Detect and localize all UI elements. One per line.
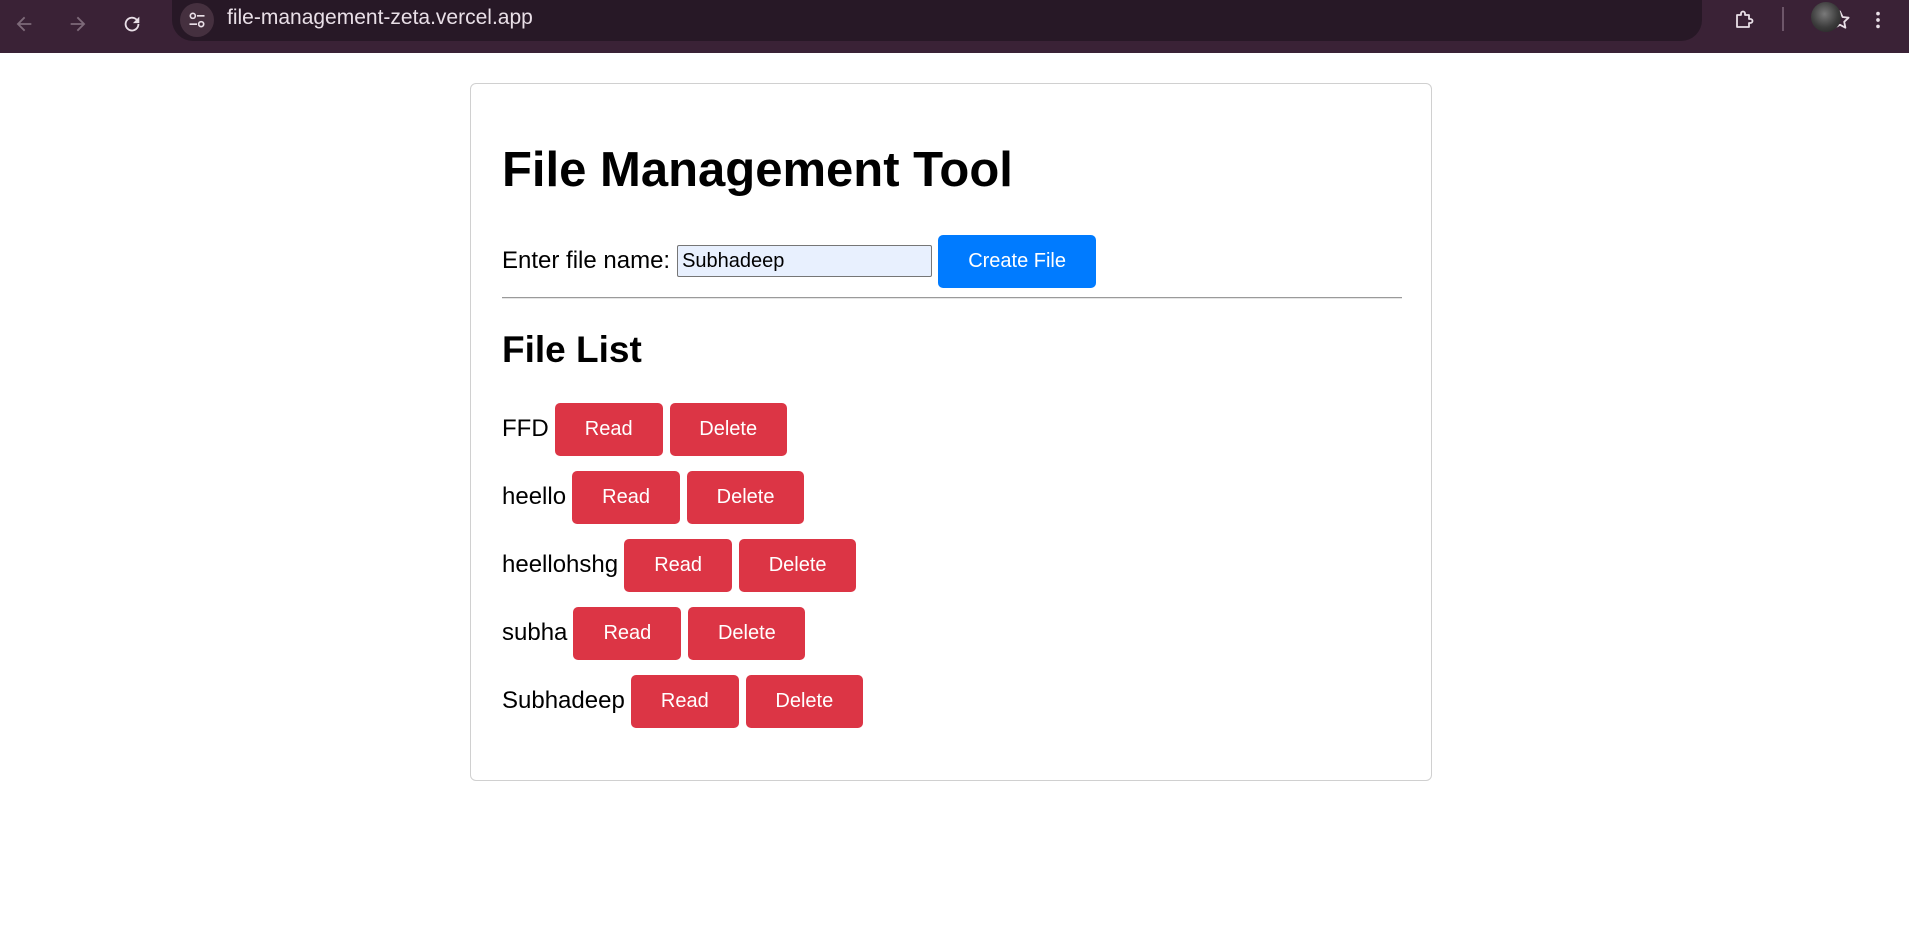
file-list: FFD Read Delete heello Read Delete heell… bbox=[502, 402, 870, 742]
read-button[interactable]: Read bbox=[630, 674, 739, 728]
extensions-button[interactable] bbox=[1726, 2, 1762, 38]
kebab-menu-icon bbox=[1876, 11, 1880, 29]
read-button[interactable]: Read bbox=[554, 402, 663, 456]
file-name: FFD bbox=[502, 415, 549, 442]
create-file-button[interactable]: Create File bbox=[938, 234, 1097, 288]
browser-menu-button[interactable] bbox=[1860, 2, 1896, 38]
arrow-left-icon bbox=[16, 16, 32, 32]
reload-button[interactable] bbox=[114, 6, 150, 42]
back-button[interactable] bbox=[6, 6, 42, 42]
file-item: subha Read Delete bbox=[502, 606, 870, 660]
delete-button[interactable]: Delete bbox=[669, 402, 787, 456]
file-name: subha bbox=[502, 619, 568, 646]
puzzle-icon bbox=[1736, 10, 1754, 28]
browser-toolbar: file-management-zeta.vercel.app bbox=[0, 0, 1909, 53]
file-name: heellohshg bbox=[502, 551, 619, 578]
delete-button[interactable]: Delete bbox=[739, 538, 857, 592]
file-item: Subhadeep Read Delete bbox=[502, 674, 870, 728]
file-name: Subhadeep bbox=[502, 687, 625, 714]
read-button[interactable]: Read bbox=[624, 538, 733, 592]
create-file-form: Enter file name: Create File bbox=[502, 234, 1097, 288]
delete-button[interactable]: Delete bbox=[688, 606, 806, 660]
delete-button[interactable]: Delete bbox=[745, 674, 863, 728]
arrow-right-icon bbox=[70, 16, 86, 32]
url-text[interactable]: file-management-zeta.vercel.app bbox=[227, 6, 533, 30]
app-container: File Management Tool Enter file name: Cr… bbox=[470, 83, 1432, 781]
file-name: heello bbox=[502, 483, 567, 510]
delete-button[interactable]: Delete bbox=[687, 470, 805, 524]
file-name-input[interactable] bbox=[677, 245, 933, 277]
file-item: heello Read Delete bbox=[502, 470, 870, 524]
file-item: heellohshg Read Delete bbox=[502, 538, 870, 592]
read-button[interactable]: Read bbox=[572, 470, 681, 524]
read-button[interactable]: Read bbox=[573, 606, 682, 660]
file-item: FFD Read Delete bbox=[502, 402, 870, 456]
forward-button[interactable] bbox=[60, 6, 96, 42]
file-name-label: Enter file name: bbox=[502, 247, 671, 274]
reload-icon bbox=[124, 16, 140, 32]
tune-icon bbox=[189, 12, 205, 28]
toolbar-divider bbox=[1782, 7, 1784, 31]
file-list-title: File List bbox=[502, 329, 642, 370]
page-title: File Management Tool bbox=[502, 143, 1013, 197]
profile-avatar[interactable] bbox=[1811, 2, 1841, 32]
site-info-button[interactable] bbox=[180, 3, 214, 37]
section-divider bbox=[502, 297, 1402, 299]
address-bar[interactable]: file-management-zeta.vercel.app bbox=[172, 0, 1850, 41]
